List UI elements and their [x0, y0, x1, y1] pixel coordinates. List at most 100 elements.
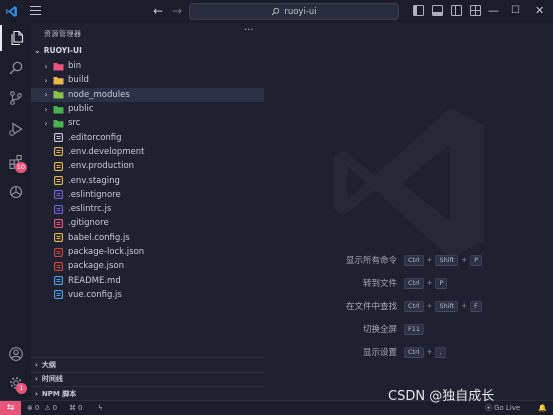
tree-file[interactable]: .eslintrc.js: [31, 202, 264, 216]
info-count: 0: [78, 404, 83, 412]
close-icon[interactable]: ✕: [535, 3, 544, 19]
keycap: P: [470, 254, 483, 266]
tree-item-label: src: [68, 118, 81, 129]
hamburger-menu-icon[interactable]: [30, 6, 41, 17]
tree-item-label: vue.config.js: [68, 289, 122, 300]
broadcast-icon: ⌘: [69, 404, 76, 412]
tree-item-label: README.md: [68, 275, 121, 286]
shortcut-label: 显示设置: [362, 348, 397, 358]
minimize-icon[interactable]: —: [488, 3, 499, 19]
tree-file[interactable]: .env.staging: [31, 173, 264, 187]
tree-item-label: .env.production: [68, 161, 135, 172]
lightning-icon[interactable]: ϟ: [98, 402, 103, 414]
accounts-activity[interactable]: [0, 341, 31, 367]
tree-item-label: .eslintignore: [68, 189, 121, 200]
sidebar-section[interactable]: › 时间线: [31, 371, 264, 387]
file-icon: [53, 290, 64, 300]
problems-indicator[interactable]: ⊗ 0 ⚠ 0: [27, 402, 57, 414]
ports-indicator[interactable]: ⌘ 0: [69, 402, 82, 414]
file-icon: [53, 133, 64, 143]
tree-item-label: package-lock.json: [68, 247, 145, 257]
sidebar-section[interactable]: › NPM 脚本: [31, 386, 264, 401]
files-icon: [10, 30, 23, 46]
sidebar-section[interactable]: › 大纲: [31, 357, 264, 372]
tree-file[interactable]: README.md: [31, 273, 264, 287]
manage-activity[interactable]: 1: [0, 370, 31, 396]
plus-sign: +: [426, 279, 433, 287]
section-label: 大纲: [41, 360, 56, 369]
tree-folder[interactable]: › bin: [31, 59, 264, 73]
search-icon: [9, 61, 22, 75]
chevron-right-icon: ›: [35, 375, 38, 384]
tree-file[interactable]: babel.config.js: [31, 231, 264, 245]
shortcut-label: 转到文件: [362, 279, 397, 289]
keycap: Shift: [435, 300, 459, 312]
keycap: Ctrl: [404, 277, 424, 289]
tree-folder[interactable]: › build: [31, 73, 264, 87]
shortcut-label: 切换全屏: [362, 325, 397, 335]
csdn-watermark: CSDN @独自成长: [388, 389, 495, 404]
extensions-badge: 10: [14, 162, 27, 173]
folder-icon: [53, 104, 64, 114]
notifications-icon[interactable]: 🔔: [538, 402, 547, 414]
run-debug-activity[interactable]: [0, 116, 31, 142]
source-control-icon: [9, 91, 22, 105]
file-icon: [53, 247, 64, 257]
forward-arrow-icon[interactable]: →: [172, 4, 182, 18]
explorer-sidebar: 资源管理器 ··· ⌄ RUOYI-UI › bin › build › node_mod…: [31, 23, 264, 400]
toggle-primary-sidebar-icon[interactable]: [413, 5, 424, 16]
keycap: Ctrl: [404, 254, 424, 266]
remote-indicator-icon[interactable]: ⇆: [0, 401, 21, 415]
plus-sign: +: [461, 302, 468, 310]
tree-folder[interactable]: › src: [31, 116, 264, 130]
file-icon: [53, 218, 64, 228]
toggle-panel-icon[interactable]: [432, 5, 443, 16]
tree-file[interactable]: .editorconfig: [31, 130, 264, 144]
toggle-secondary-sidebar-icon[interactable]: [451, 5, 462, 16]
warning-count: 0: [52, 404, 58, 412]
shortcut-keys: F11: [404, 323, 425, 335]
copilot-activity[interactable]: [0, 179, 31, 205]
manage-badge: 1: [16, 383, 27, 394]
shortcut-hint: 切换全屏 F11: [264, 322, 553, 336]
file-icon: [53, 204, 64, 214]
tree-file[interactable]: vue.config.js: [31, 288, 264, 302]
chevron-right-icon: ›: [44, 61, 48, 71]
file-icon: [53, 147, 64, 157]
workspace-root[interactable]: ⌄ RUOYI-UI: [34, 46, 82, 55]
tree-item-label: build: [68, 75, 89, 86]
tree-item-label: .eslintrc.js: [68, 204, 112, 215]
tree-file[interactable]: .eslintignore: [31, 188, 264, 202]
explorer-activity[interactable]: [0, 25, 31, 51]
tree-file[interactable]: package-lock.json: [31, 245, 264, 259]
folder-icon: [53, 75, 64, 85]
back-arrow-icon[interactable]: ←: [153, 4, 163, 18]
customize-layout-icon[interactable]: [470, 5, 481, 16]
tree-item-label: .env.development: [68, 146, 145, 157]
keycap: Shift: [435, 254, 459, 266]
plus-sign: +: [426, 348, 433, 356]
plus-sign: +: [461, 256, 468, 264]
file-icon: [53, 176, 64, 186]
more-actions-icon[interactable]: ···: [244, 25, 254, 36]
shortcut-hint: 在文件中查找 Ctrl + Shift + F: [264, 299, 553, 313]
maximize-icon[interactable]: ☐: [511, 3, 520, 19]
tree-file[interactable]: package.json: [31, 259, 264, 273]
tree-file[interactable]: .env.production: [31, 159, 264, 173]
source-control-activity[interactable]: [0, 85, 31, 111]
search-activity[interactable]: [0, 55, 31, 81]
error-icon: ⊗: [27, 404, 33, 412]
search-text: ruoyi-ui: [284, 6, 317, 17]
keycap: Ctrl: [404, 346, 424, 358]
tree-file[interactable]: .gitignore: [31, 216, 264, 230]
file-icon: [53, 276, 64, 286]
command-center-search[interactable]: ruoyi-ui: [189, 3, 399, 20]
shortcut-hint: 显示所有命令 Ctrl + Shift + P: [264, 253, 553, 267]
tree-item-label: babel.config.js: [68, 232, 130, 243]
tree-folder[interactable]: › public: [31, 102, 264, 116]
tree-folder[interactable]: › node_modules: [31, 87, 264, 102]
extensions-activity[interactable]: 10: [0, 149, 31, 175]
keycap: F: [470, 300, 482, 312]
shortcut-label: 在文件中查找: [345, 302, 397, 312]
tree-file[interactable]: .env.development: [31, 145, 264, 159]
